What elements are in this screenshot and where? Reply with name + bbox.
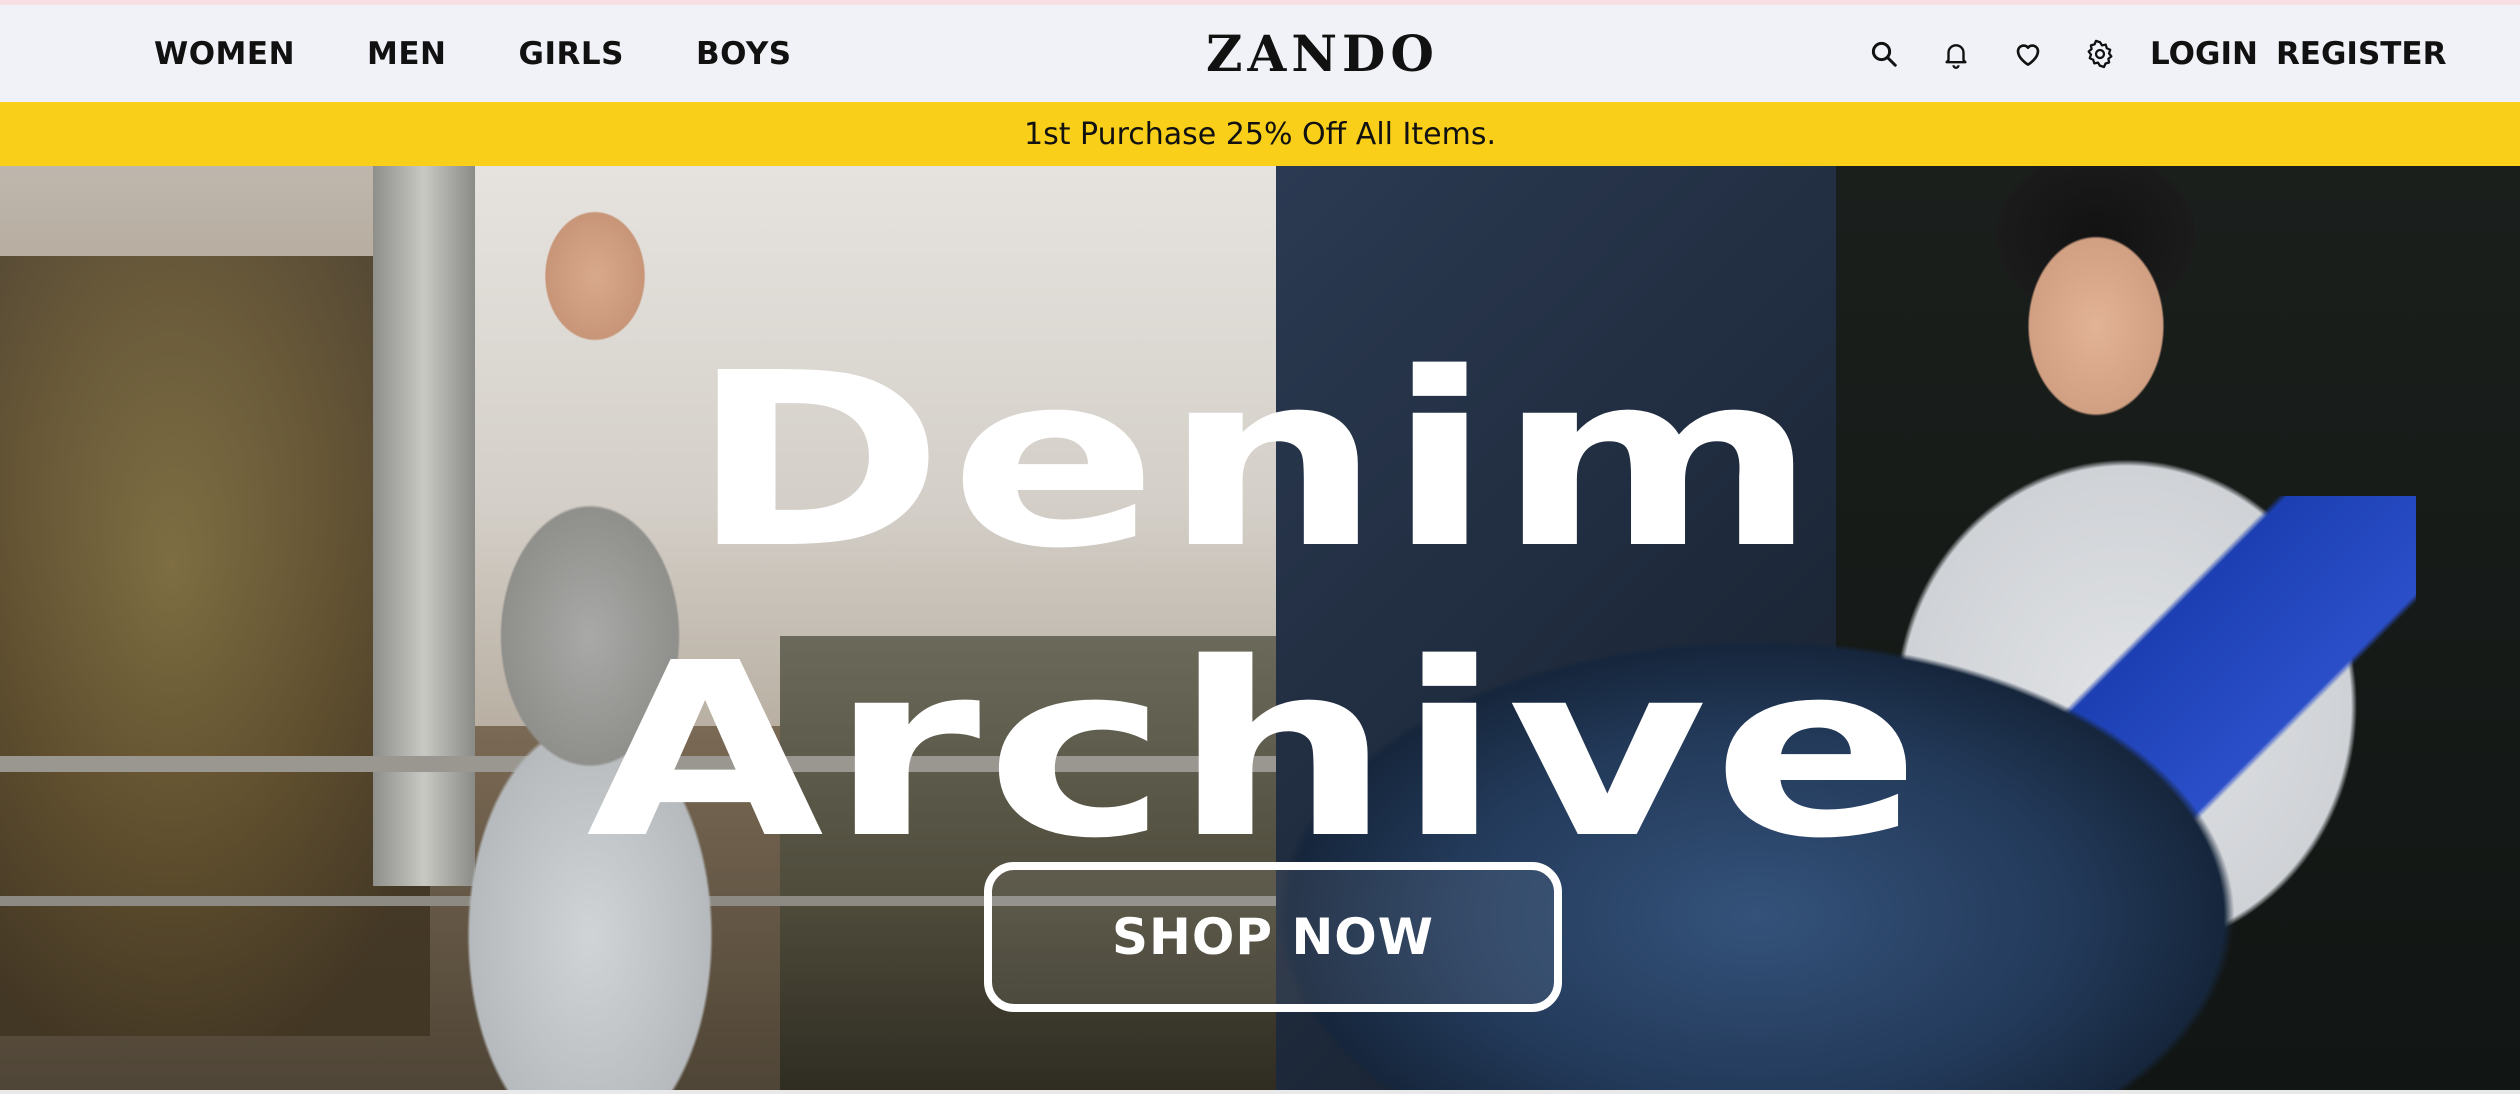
site-logo[interactable]: ZANDO: [1170, 5, 1475, 102]
page-divider: [0, 1090, 2520, 1094]
hero-banner[interactable]: Denim Archive SHOP NOW: [0, 166, 2520, 1090]
hero-title-line1: Denim: [689, 321, 1823, 601]
bell-icon[interactable]: [1934, 32, 1978, 76]
nav-women[interactable]: WOMEN: [154, 36, 295, 72]
login-link[interactable]: LOGIN: [2150, 36, 2258, 72]
nav-girls[interactable]: GIRLS: [519, 36, 624, 72]
top-navigation: WOMEN MEN GIRLS BOYS ZANDO LOGIN REGISTE…: [0, 5, 2520, 102]
gear-icon[interactable]: [2078, 32, 2122, 76]
shop-now-button[interactable]: SHOP NOW: [984, 862, 1562, 1012]
category-nav: WOMEN MEN GIRLS BOYS: [154, 5, 864, 102]
promo-text: 1st Purchase 25% Off All Items.: [1023, 116, 1496, 152]
register-link[interactable]: REGISTER: [2276, 36, 2447, 72]
hero-title: Denim Archive: [0, 316, 2520, 896]
user-actions: LOGIN REGISTER: [1862, 5, 2464, 102]
heart-icon[interactable]: [2006, 32, 2050, 76]
nav-boys[interactable]: BOYS: [696, 36, 792, 72]
nav-men[interactable]: MEN: [367, 36, 446, 72]
search-icon[interactable]: [1862, 32, 1906, 76]
hero-title-line2: Archive: [586, 611, 1926, 891]
promo-banner[interactable]: 1st Purchase 25% Off All Items.: [0, 102, 2520, 166]
